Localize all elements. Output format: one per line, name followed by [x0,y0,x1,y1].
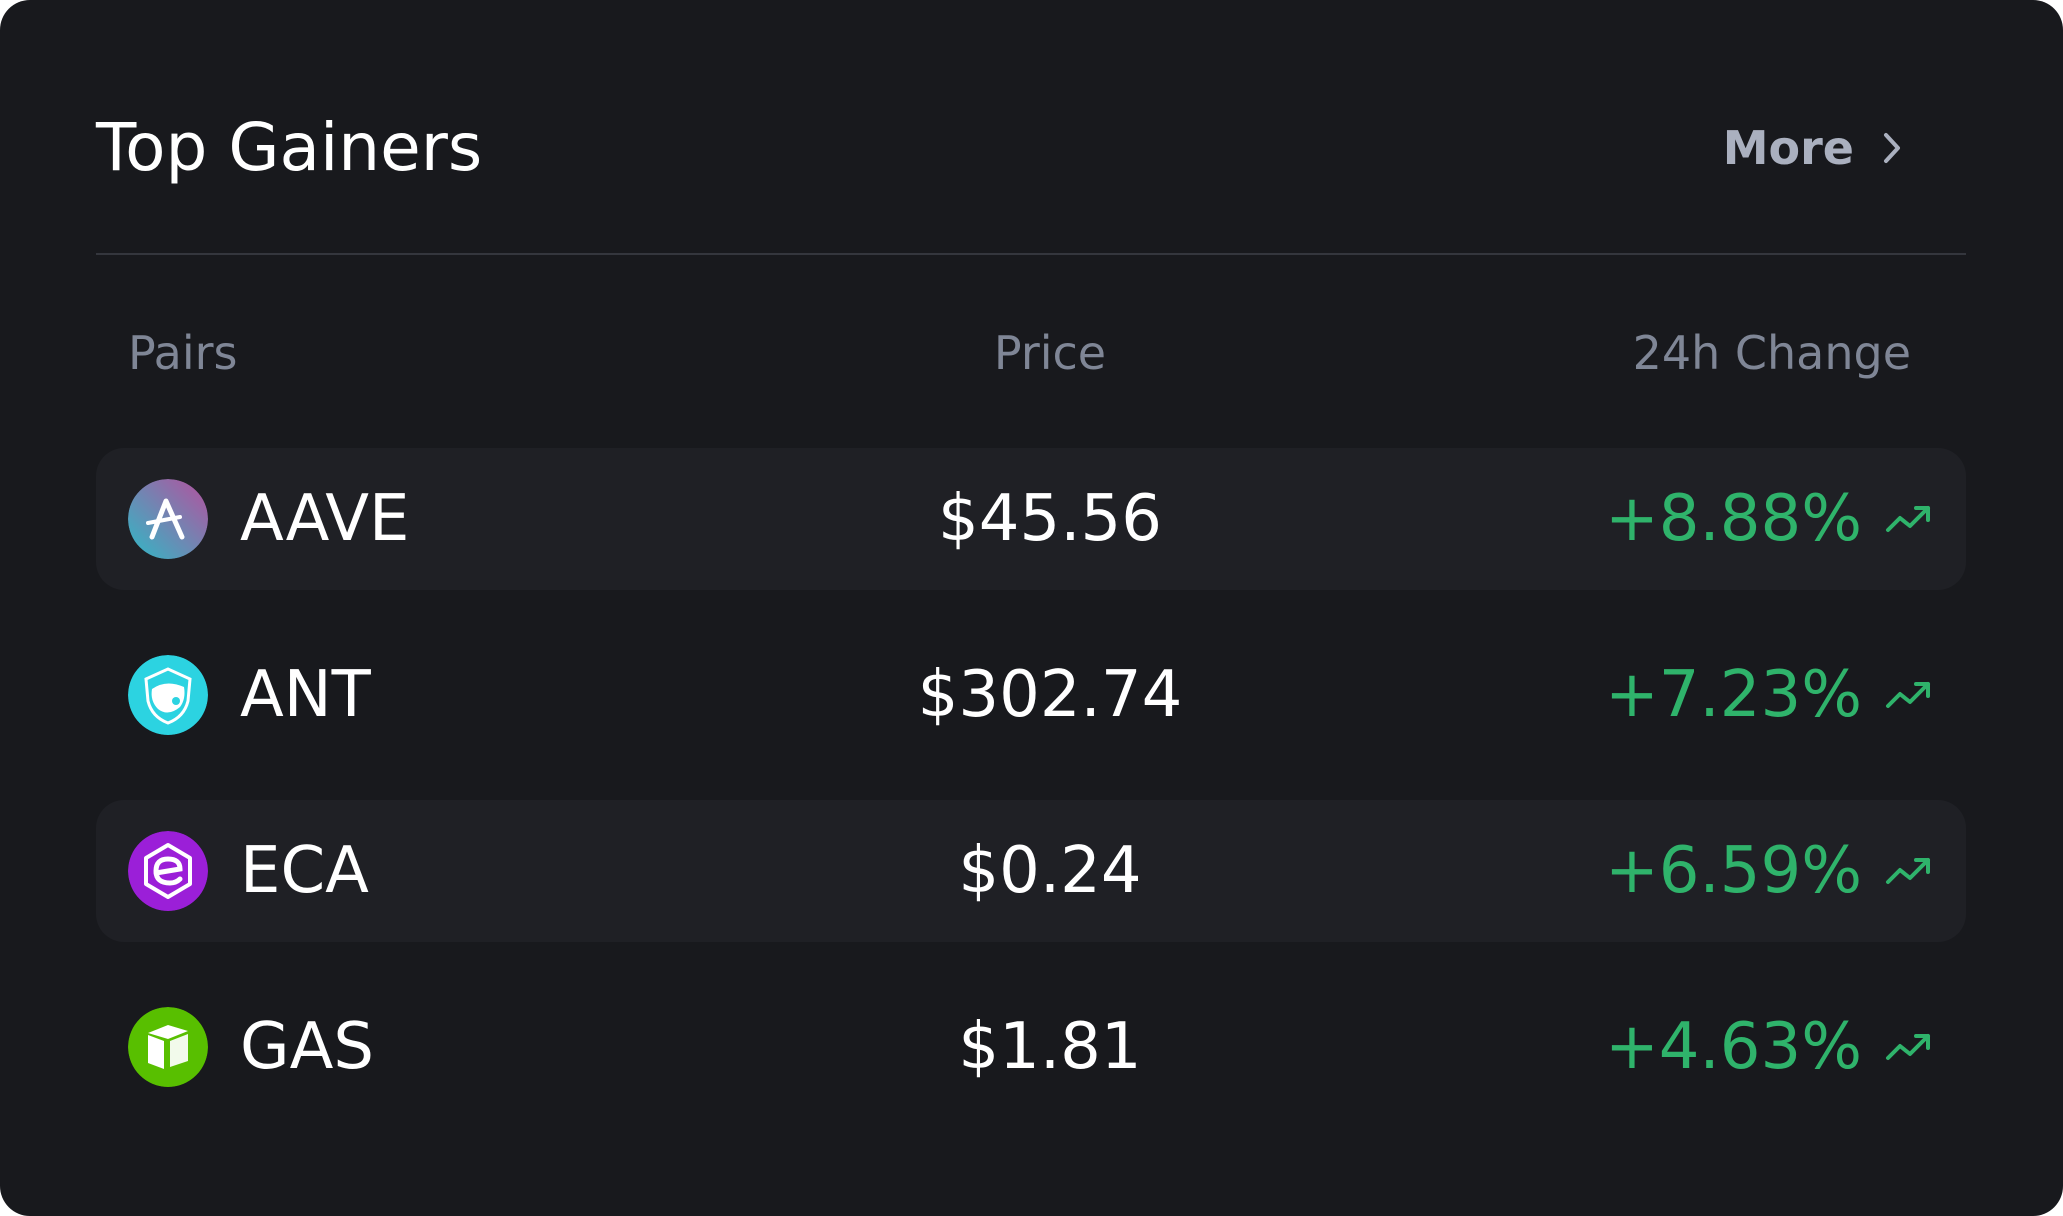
pair-symbol: AAVE [240,482,410,556]
pair-price: $302.74 [917,658,1183,732]
column-header-price[interactable]: Price [850,318,1250,388]
column-header-change[interactable]: 24h Change [1633,318,1911,388]
pair-change: +7.23% [1605,658,1862,732]
card-header: Top Gainers More [96,100,1966,196]
neo-gas-logo-icon [128,1007,208,1087]
card-title: Top Gainers [96,109,483,186]
chevron-right-icon [1882,131,1902,165]
pair-change: +8.88% [1605,482,1862,556]
pair-price: $45.56 [938,482,1162,556]
trending-up-icon [1884,1026,1934,1066]
header-divider [96,253,1966,255]
pair-symbol: ANT [240,658,371,732]
pair-price: $1.81 [958,1010,1142,1084]
pair-change: +6.59% [1605,834,1862,908]
pair-price: $0.24 [958,834,1142,908]
trending-up-icon [1884,498,1934,538]
pair-symbol: GAS [240,1010,374,1084]
pair-change: +4.63% [1605,1010,1862,1084]
pair-symbol: ECA [240,834,369,908]
table-row[interactable]: GAS $1.81 +4.63% [96,976,1966,1118]
table-row[interactable]: ANT $302.74 +7.23% [96,624,1966,766]
trending-up-icon [1884,850,1934,890]
table-row[interactable]: ECA $0.24 +6.59% [96,800,1966,942]
column-header-pairs[interactable]: Pairs [128,318,238,388]
top-gainers-card: Top Gainers More Pairs Price 24h Change [0,0,2063,1216]
aave-logo-icon [128,479,208,559]
table-row[interactable]: AAVE $45.56 +8.88% [96,448,1966,590]
aragon-logo-icon [128,655,208,735]
electra-logo-icon [128,831,208,911]
trending-up-icon [1884,674,1934,714]
more-link[interactable]: More [1723,100,1902,196]
more-label: More [1722,121,1854,175]
